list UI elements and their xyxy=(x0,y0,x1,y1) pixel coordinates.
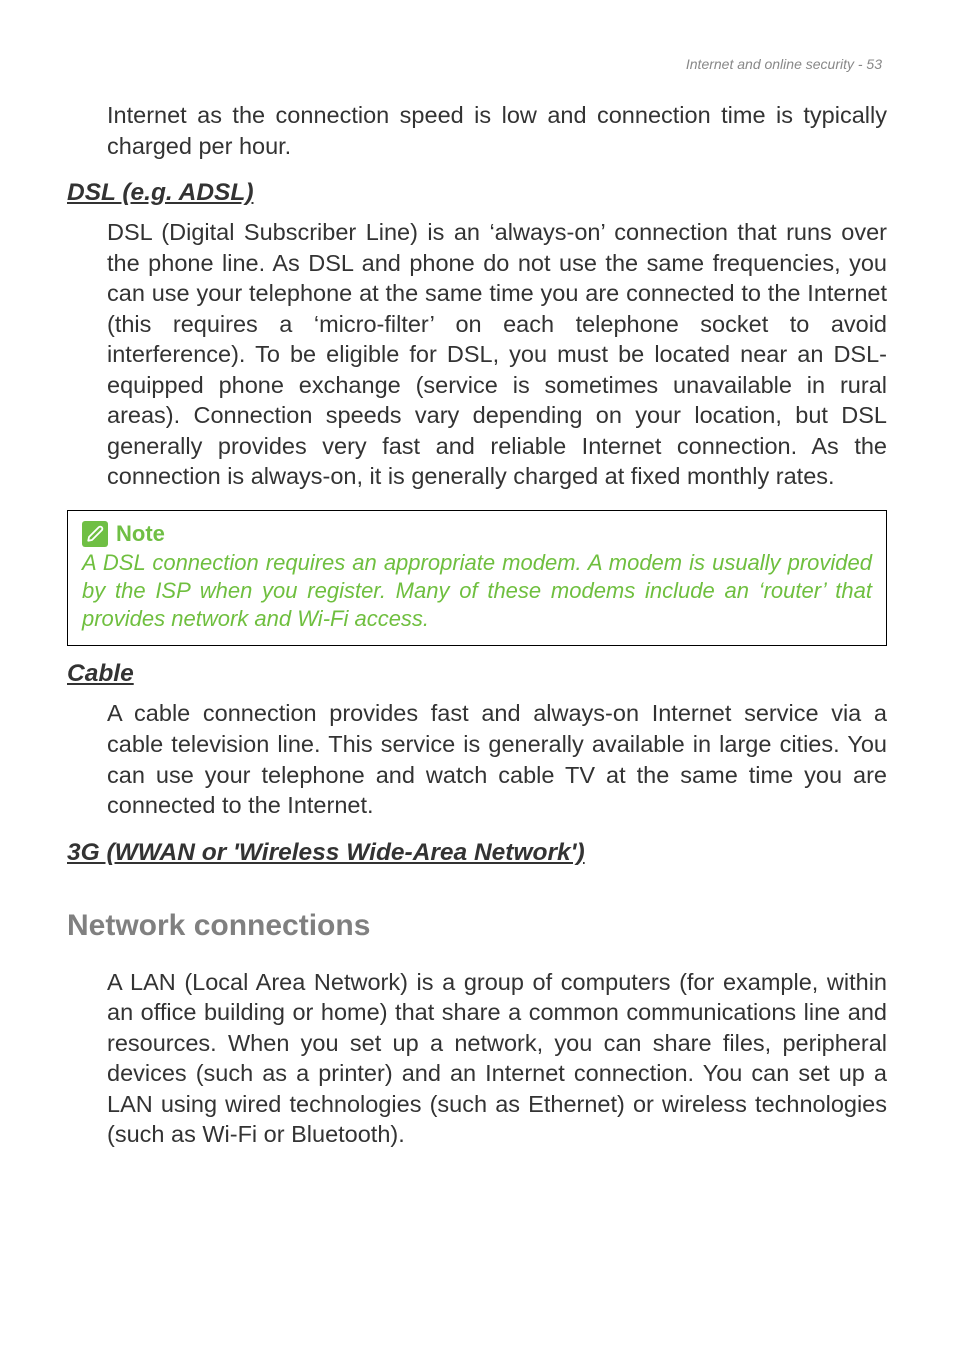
cable-body-text: A cable connection provides fast and alw… xyxy=(107,698,887,820)
dsl-body-text: DSL (Digital Subscriber Line) is an ‘alw… xyxy=(107,217,887,492)
cable-heading: Cable xyxy=(67,660,887,688)
network-connections-body-text: A LAN (Local Area Network) is a group of… xyxy=(107,967,887,1150)
dsl-heading: DSL (e.g. ADSL) xyxy=(67,179,887,207)
note-callout: Note A DSL connection requires an approp… xyxy=(67,510,887,646)
wwan-heading: 3G (WWAN or 'Wireless Wide-Area Network'… xyxy=(67,839,887,867)
note-header-row: Note xyxy=(82,521,872,547)
running-header: Internet and online security - 53 xyxy=(686,56,882,72)
note-icon xyxy=(82,521,108,547)
page-content: Internet as the connection speed is low … xyxy=(67,100,887,1150)
note-label: Note xyxy=(116,521,165,547)
note-body-text: A DSL connection requires an appropriate… xyxy=(82,549,872,633)
network-connections-heading: Network connections xyxy=(67,909,887,943)
intro-continuation-text: Internet as the connection speed is low … xyxy=(107,100,887,161)
